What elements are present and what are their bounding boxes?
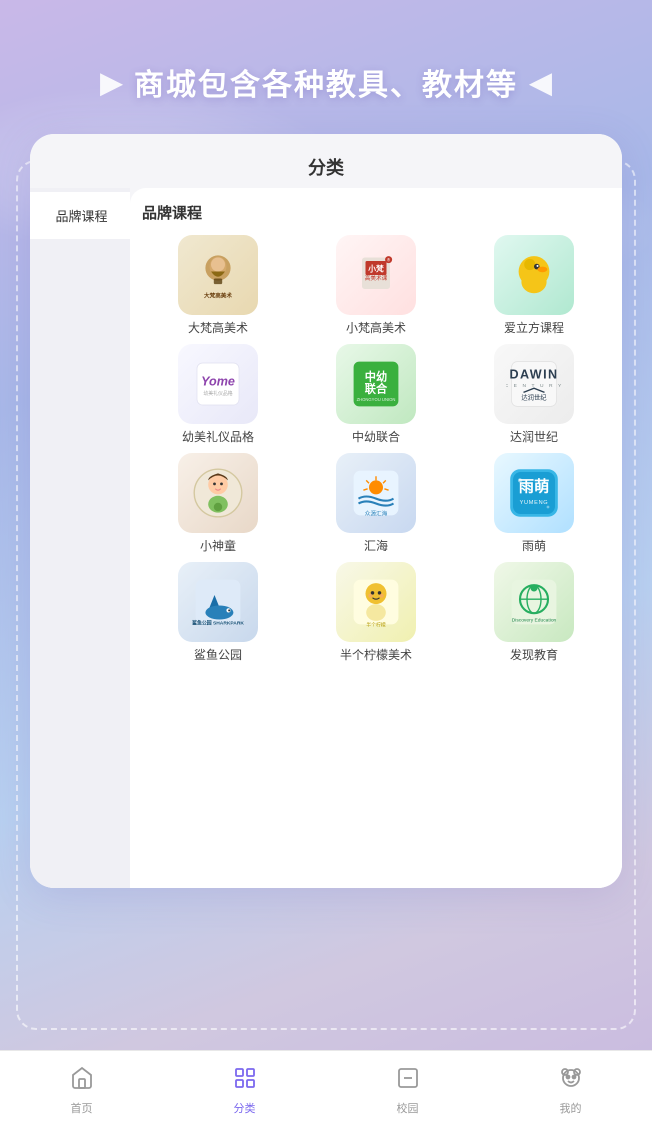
svg-text:小梵: 小梵 [367, 264, 384, 274]
brand-logo-youmei: Yome 幼美礼仪品格 [178, 344, 258, 424]
grid-icon [233, 1066, 257, 1096]
brand-logo-faxianjy: Discovery Education [494, 562, 574, 642]
nav-item-category[interactable]: 分类 [163, 1066, 326, 1116]
brand-item-yumeng[interactable]: 雨萌 YUMENG 雨萌 [458, 453, 610, 554]
brand-logo-huihai: 众源汇海 [336, 453, 416, 533]
brand-label-ailifang: 爱立方课程 [504, 319, 564, 336]
banner-arrow-left-icon: ▶ [100, 66, 122, 99]
section-title: 品牌课程 [142, 202, 610, 223]
home-icon [70, 1066, 94, 1096]
nav-label-category: 分类 [234, 1100, 256, 1116]
brand-item-ailifang[interactable]: 爱立方课程 [458, 235, 610, 336]
brand-label-huihai: 汇海 [364, 537, 388, 554]
brand-item-faxianjy[interactable]: Discovery Education 发现教育 [458, 562, 610, 663]
svg-text:雨萌: 雨萌 [519, 477, 550, 496]
campus-icon [396, 1066, 420, 1096]
brand-item-xiaofan[interactable]: 小梵 高美术课 ® 小梵高美术 [300, 235, 452, 336]
brand-item-bangelemon[interactable]: 半个柠檬 半个柠檬美术 [300, 562, 452, 663]
brand-label-youmei: 幼美礼仪品格 [182, 428, 254, 445]
brand-item-zhongyou[interactable]: 中幼 联合 ZHONGYOU UNION 中幼联合 [300, 344, 452, 445]
brand-item-huihai[interactable]: 众源汇海 汇海 [300, 453, 452, 554]
nav-label-campus: 校园 [397, 1100, 419, 1116]
svg-text:达润世纪: 达润世纪 [521, 392, 547, 401]
brand-logo-ailifang [494, 235, 574, 315]
card-title: 分类 [30, 134, 622, 188]
brand-label-zhongyou: 中幼联合 [352, 428, 400, 445]
brand-logo-bangelemon: 半个柠檬 [336, 562, 416, 642]
brand-label-xiaofan: 小梵高美术 [346, 319, 406, 336]
brand-label-faxianjy: 发现教育 [510, 646, 558, 663]
svg-text:ZHONGYOU UNION: ZHONGYOU UNION [357, 397, 396, 402]
brand-item-darun[interactable]: DAWIN C E N T U R Y 达润世纪 达润世纪 [458, 344, 610, 445]
brand-label-darun: 达润世纪 [510, 428, 558, 445]
nav-label-mine: 我的 [560, 1100, 582, 1116]
brand-logo-xiaoshentong [178, 453, 258, 533]
svg-text:联合: 联合 [365, 381, 388, 395]
svg-text:Yome: Yome [201, 374, 235, 388]
brand-label-xiaoshentong: 小神童 [200, 537, 236, 554]
banner-text: 商城包含各种教具、教材等 [134, 60, 518, 104]
brand-item-dafan[interactable]: 大梵高美术 大梵高美术 [142, 235, 294, 336]
main-card: 分类 品牌课程 品牌课程 [30, 134, 622, 888]
brand-logo-xiaofan: 小梵 高美术课 ® [336, 235, 416, 315]
content-area: 品牌课程 大梵高美术 [130, 188, 622, 888]
sidebar-item-brand[interactable]: 品牌课程 [30, 192, 130, 239]
brand-item-youmei[interactable]: Yome 幼美礼仪品格 幼美礼仪品格 [142, 344, 294, 445]
brand-label-bangelemon: 半个柠檬美术 [340, 646, 412, 663]
svg-text:YUMENG: YUMENG [520, 500, 549, 506]
brand-label-yumeng: 雨萌 [522, 537, 546, 554]
nav-label-home: 首页 [71, 1100, 93, 1116]
brand-item-xiaoshentong[interactable]: 小神童 [142, 453, 294, 554]
banner-arrow-right-icon: ◀ [530, 66, 552, 99]
brand-grid: 大梵高美术 大梵高美术 小梵 高美术课 ® [142, 235, 610, 663]
nav-item-campus[interactable]: 校园 [326, 1066, 489, 1116]
brand-logo-shayugongyuan: 鲨鱼公园 SHARKPARK [178, 562, 258, 642]
brand-item-shayugongyuan[interactable]: 鲨鱼公园 SHARKPARK 鲨鱼公园 [142, 562, 294, 663]
brand-logo-yumeng: 雨萌 YUMENG [494, 453, 574, 533]
card-body: 品牌课程 品牌课程 大梵高美术 [30, 188, 622, 888]
brand-logo-darun: DAWIN C E N T U R Y 达润世纪 [494, 344, 574, 424]
svg-text:大梵高美术: 大梵高美术 [204, 291, 232, 299]
nav-item-home[interactable]: 首页 [0, 1066, 163, 1116]
nav-item-mine[interactable]: 我的 [489, 1066, 652, 1116]
top-banner: ▶ 商城包含各种教具、教材等 ◀ [0, 0, 652, 134]
svg-text:Discovery Education: Discovery Education [512, 618, 557, 624]
sidebar: 品牌课程 [30, 188, 130, 888]
brand-logo-dafan: 大梵高美术 [178, 235, 258, 315]
svg-text:中幼: 中幼 [365, 370, 387, 384]
bear-icon [559, 1066, 583, 1096]
bottom-nav: 首页 分类 校园 [0, 1050, 652, 1130]
brand-logo-zhongyou: 中幼 联合 ZHONGYOU UNION [336, 344, 416, 424]
brand-label-shayugongyuan: 鲨鱼公园 [194, 646, 242, 663]
brand-label-dafan: 大梵高美术 [188, 319, 248, 336]
svg-text:DAWIN: DAWIN [510, 367, 559, 381]
